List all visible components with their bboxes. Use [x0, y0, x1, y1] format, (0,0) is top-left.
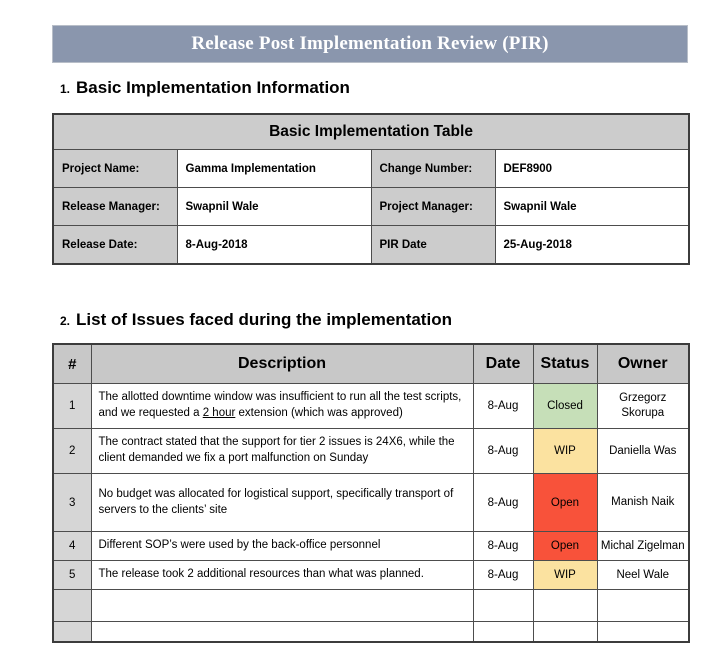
issue-description: No budget was allocated for logistical s… [90, 473, 474, 532]
column-header-status: Status [532, 343, 598, 384]
release-manager-label: Release Manager: [52, 187, 178, 226]
issue-description: Different SOP’s were used by the back-of… [90, 531, 474, 561]
issue-date: 8-Aug [472, 383, 534, 429]
issue-date: 8-Aug [472, 428, 534, 474]
document-title-banner: Release Post Implementation Review (PIR) [52, 25, 688, 63]
section-number-2: 2. [60, 314, 71, 328]
issue-description: The contract stated that the support for… [90, 428, 474, 474]
section-title-2: List of Issues faced during the implemen… [76, 310, 452, 329]
column-header-owner: Owner [596, 343, 690, 384]
issue-owner [596, 621, 690, 642]
issue-description: The release took 2 additional resources … [90, 560, 474, 590]
section-heading-basic: 1. Basic Implementation Information [60, 78, 350, 98]
project-name-value: Gamma Implementation [176, 149, 372, 188]
table-row: 3 No budget was allocated for logistical … [52, 473, 690, 532]
issue-date: 8-Aug [472, 473, 534, 532]
issue-date: 8-Aug [472, 560, 534, 590]
table-row: Release Manager: Swapnil Wale Project Ma… [52, 187, 690, 226]
pir-date-label: PIR Date [370, 225, 496, 265]
issue-owner [596, 589, 690, 622]
table-row: 2 The contract stated that the support fo… [52, 428, 690, 474]
issue-index: 1 [52, 383, 92, 429]
issue-owner: Grzegorz Skorupa [596, 383, 690, 429]
issue-index: 3 [52, 473, 92, 532]
release-date-label: Release Date: [52, 225, 178, 265]
column-header-description: Description [90, 343, 474, 384]
project-name-label: Project Name: [52, 149, 178, 188]
issue-index [52, 621, 92, 642]
issue-index: 4 [52, 531, 92, 561]
issues-table: # Description Date Status Owner 1 The all… [52, 343, 690, 643]
issue-description-emphasis: 2 hour [202, 407, 236, 419]
table-row [52, 589, 690, 622]
issue-status-badge: Open [532, 473, 598, 532]
issue-index: 5 [52, 560, 92, 590]
issue-description [90, 589, 474, 622]
issue-index [52, 589, 92, 622]
change-number-value: DEF8900 [494, 149, 690, 188]
table-row: Release Date: 8-Aug-2018 PIR Date 25-Aug… [52, 225, 690, 265]
project-manager-label: Project Manager: [370, 187, 496, 226]
document-page: Release Post Implementation Review (PIR)… [0, 0, 720, 646]
release-date-value: 8-Aug-2018 [176, 225, 372, 265]
issue-date [472, 589, 534, 622]
release-manager-value: Swapnil Wale [176, 187, 372, 226]
issues-table-header-row: # Description Date Status Owner [52, 343, 690, 384]
issue-owner: Manish Naik [596, 473, 690, 532]
section-number-1: 1. [60, 82, 71, 96]
issue-description [90, 621, 474, 642]
issue-owner: Michal Zigelman [596, 531, 690, 561]
issue-date [472, 621, 534, 642]
column-header-index: # [52, 343, 92, 384]
section-heading-issues: 2. List of Issues faced during the imple… [60, 310, 452, 330]
issue-description: The allotted downtime window was insuffi… [90, 383, 474, 429]
issue-status-badge: WIP [532, 560, 598, 590]
issue-date: 8-Aug [472, 531, 534, 561]
issue-owner: Neel Wale [596, 560, 690, 590]
issue-index: 2 [52, 428, 92, 474]
issue-status-badge: Open [532, 531, 598, 561]
issue-status-badge: Closed [532, 383, 598, 429]
basic-table-title-row: Basic Implementation Table [52, 113, 690, 150]
issue-owner: Daniella Was [596, 428, 690, 474]
issue-status-badge: WIP [532, 428, 598, 474]
issue-status-badge [532, 621, 598, 642]
basic-table-title: Basic Implementation Table [52, 113, 690, 150]
pir-date-value: 25-Aug-2018 [494, 225, 690, 265]
issue-status-badge [532, 589, 598, 622]
column-header-date: Date [472, 343, 534, 384]
section-title-1: Basic Implementation Information [76, 78, 350, 97]
table-row: Project Name: Gamma Implementation Chang… [52, 149, 690, 188]
project-manager-value: Swapnil Wale [494, 187, 690, 226]
change-number-label: Change Number: [370, 149, 496, 188]
issues-table-body: 1 The allotted downtime window was insuff… [52, 383, 690, 642]
table-row: 1 The allotted downtime window was insuff… [52, 383, 690, 429]
document-title: Release Post Implementation Review (PIR) [191, 33, 549, 54]
table-row [52, 621, 690, 642]
table-row: 5 The release took 2 additional resources… [52, 560, 690, 590]
basic-implementation-table: Basic Implementation Table Project Name:… [52, 113, 691, 265]
table-row: 4 Different SOP’s were used by the back-o… [52, 531, 690, 561]
